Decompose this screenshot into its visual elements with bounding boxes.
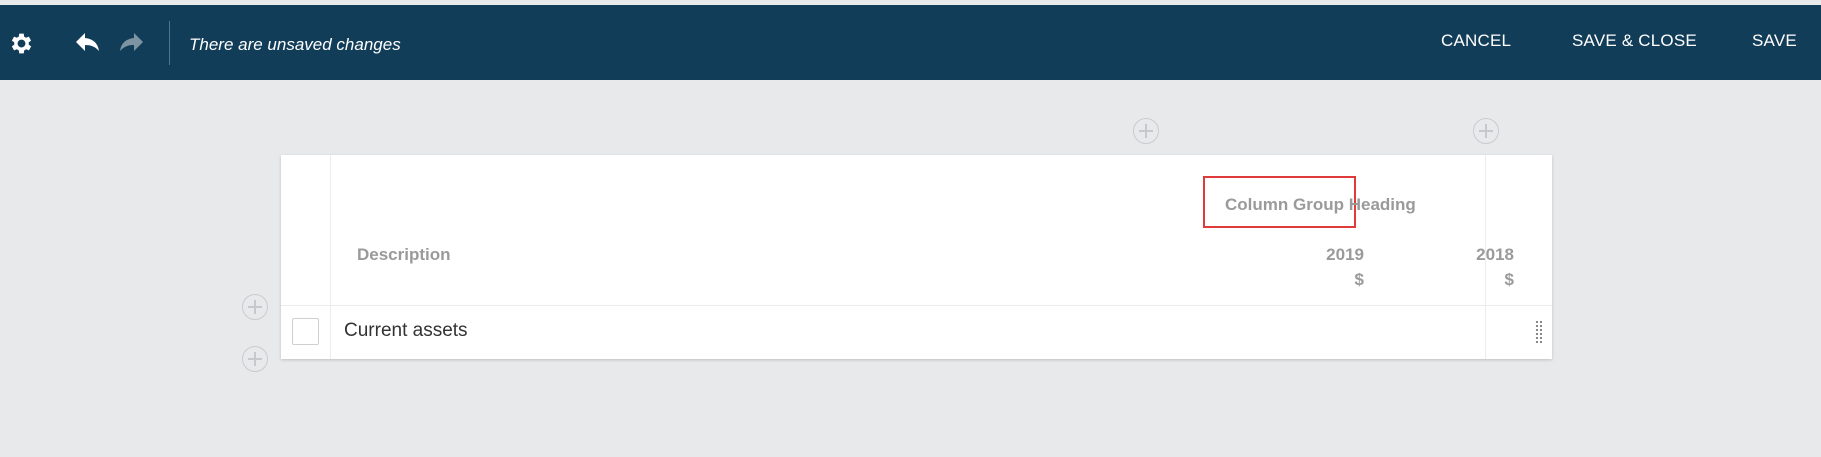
unsaved-status: There are unsaved changes — [189, 35, 401, 54]
add-row-icon[interactable] — [242, 294, 268, 320]
add-row-icon[interactable] — [242, 346, 268, 372]
column-divider — [330, 155, 331, 359]
row-checkbox[interactable] — [292, 318, 319, 345]
column-year-2018[interactable]: 2018 — [1474, 245, 1514, 265]
top-toolbar: There are unsaved changes CANCEL SAVE & … — [0, 5, 1821, 80]
undo-icon[interactable] — [74, 31, 102, 55]
column-year-2019[interactable]: 2019 — [1304, 245, 1364, 265]
save-close-button[interactable]: SAVE & CLOSE — [1572, 31, 1697, 51]
header-divider — [281, 305, 1552, 306]
row-label-current-assets[interactable]: Current assets — [344, 320, 468, 342]
toolbar-divider — [169, 21, 170, 65]
gear-icon[interactable] — [8, 30, 35, 57]
column-unit-2018: $ — [1504, 270, 1514, 289]
add-column-icon[interactable] — [1133, 118, 1159, 144]
redo-icon[interactable] — [117, 31, 145, 55]
description-header: Description — [357, 245, 451, 264]
column-group-heading[interactable]: Column Group Heading — [1225, 195, 1416, 215]
column-unit-2019: $ — [1354, 270, 1364, 289]
add-column-icon[interactable] — [1473, 118, 1499, 144]
save-button[interactable]: SAVE — [1752, 31, 1797, 51]
cancel-button[interactable]: CANCEL — [1441, 31, 1511, 51]
drag-handle-icon[interactable] — [1535, 320, 1543, 344]
financial-table: Column Group Heading Description 2019 $ … — [281, 155, 1552, 359]
